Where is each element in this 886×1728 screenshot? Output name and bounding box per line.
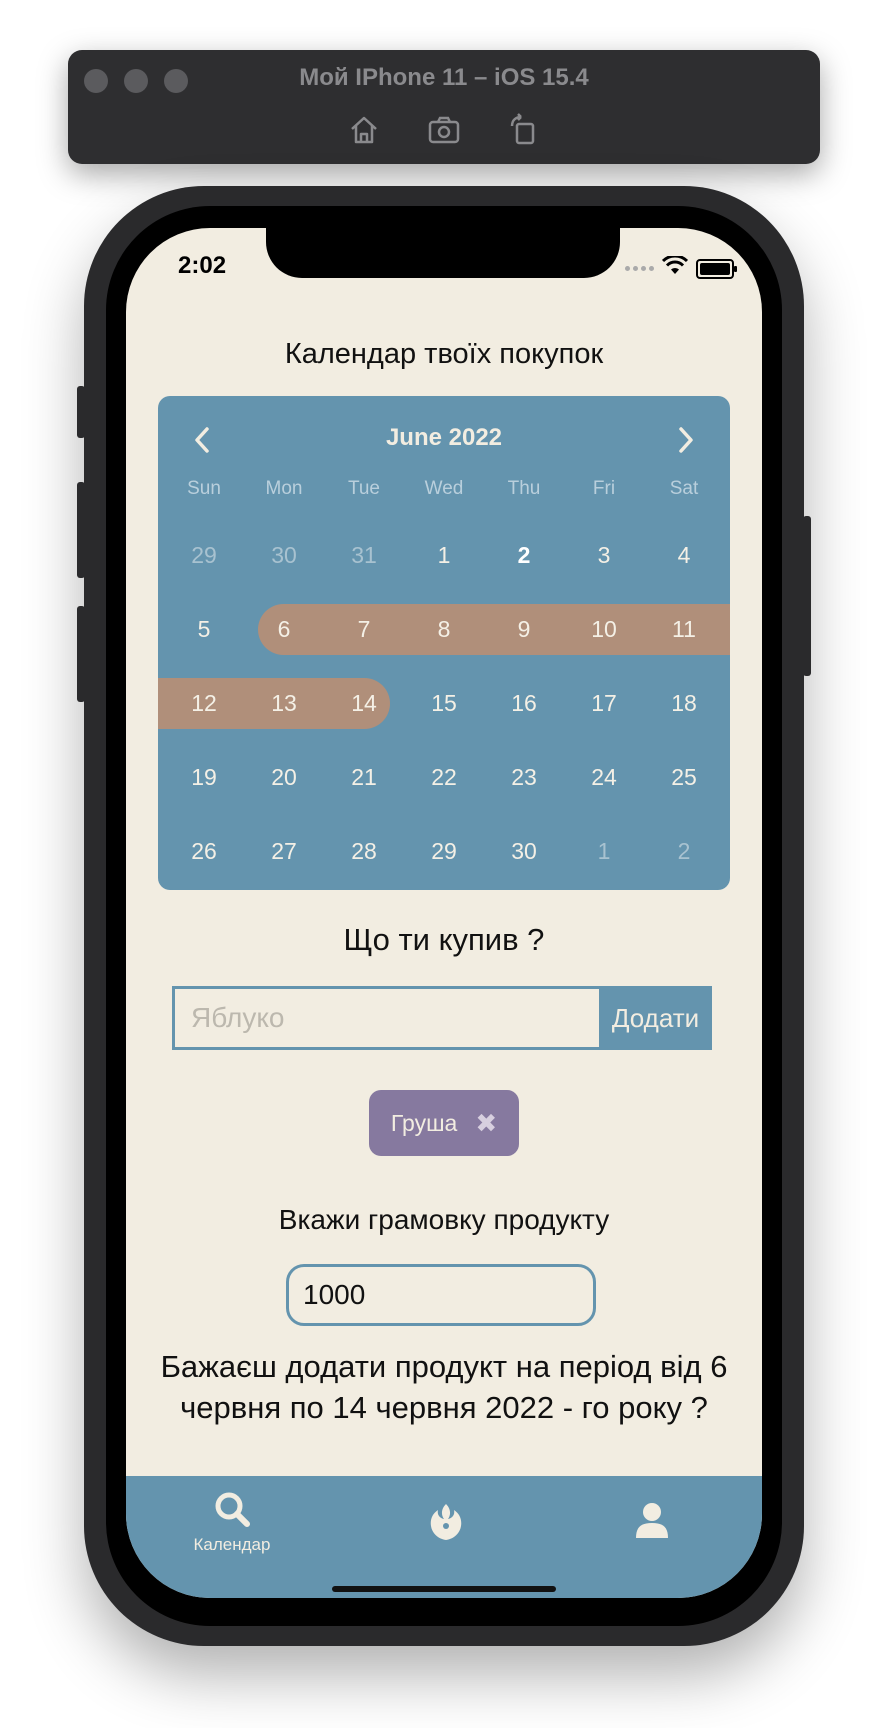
calendar-day[interactable]: 27 bbox=[244, 814, 324, 888]
volume-down-button bbox=[77, 606, 85, 702]
battery-icon bbox=[696, 258, 737, 279]
calendar-day[interactable]: 1 bbox=[404, 518, 484, 592]
cellular-signal-icon bbox=[625, 266, 654, 271]
volume-up-button bbox=[77, 482, 85, 578]
silent-switch bbox=[77, 386, 85, 438]
add-button[interactable]: Додати bbox=[599, 986, 712, 1050]
calendar-day[interactable]: 11 bbox=[644, 592, 724, 666]
search-icon bbox=[213, 1490, 251, 1533]
calendar-day[interactable]: 30 bbox=[244, 518, 324, 592]
home-indicator bbox=[332, 1586, 556, 1592]
calendar-day[interactable]: 10 bbox=[564, 592, 644, 666]
phone-screen: 2:02 Календар твоїх покупок June 2022 Su… bbox=[126, 228, 762, 1598]
calendar-week: 26 27 28 29 30 1 2 bbox=[164, 814, 724, 888]
wifi-icon bbox=[661, 254, 689, 281]
calendar-day[interactable]: 25 bbox=[644, 740, 724, 814]
tab-rebel[interactable] bbox=[396, 1502, 496, 1547]
simulator-window-bar: Мой IPhone 11 – iOS 15.4 bbox=[68, 50, 820, 164]
notch bbox=[266, 228, 620, 278]
calendar-day[interactable]: 28 bbox=[324, 814, 404, 888]
calendar-day[interactable]: 22 bbox=[404, 740, 484, 814]
confirm-question: Бажаєш додати продукт на період від 6 че… bbox=[160, 1349, 728, 1425]
calendar-day[interactable]: 6 bbox=[244, 592, 324, 666]
calendar: June 2022 Sun Mon Tue Wed Thu Fri Sat 29 30 31 1 2… bbox=[158, 396, 730, 890]
home-icon[interactable] bbox=[346, 112, 382, 148]
calendar-week: 12 13 14 15 16 17 18 bbox=[158, 666, 724, 740]
weekday-label: Fri bbox=[592, 478, 616, 499]
tab-profile[interactable] bbox=[602, 1502, 702, 1545]
tab-bar: Календар bbox=[126, 1476, 762, 1598]
weekday-label: Tue bbox=[347, 478, 381, 499]
chevron-right-icon bbox=[679, 427, 693, 453]
power-button bbox=[803, 516, 811, 676]
purchase-question: Що ти купив ? bbox=[343, 922, 545, 957]
calendar-day[interactable]: 23 bbox=[484, 740, 564, 814]
purchase-input-row: Додати bbox=[172, 986, 712, 1050]
calendar-day[interactable]: 7 bbox=[324, 592, 404, 666]
rebel-alliance-icon bbox=[426, 1502, 466, 1547]
calendar-day[interactable]: 31 bbox=[324, 518, 404, 592]
weekday-label: Wed bbox=[424, 478, 464, 499]
calendar-day[interactable]: 12 bbox=[164, 666, 244, 740]
calendar-day[interactable]: 2 bbox=[644, 814, 724, 888]
calendar-week: 5 6 7 8 9 10 11 bbox=[164, 592, 730, 666]
calendar-day[interactable]: 5 bbox=[164, 592, 244, 666]
calendar-day[interactable]: 9 bbox=[484, 592, 564, 666]
calendar-week: 19 20 21 22 23 24 25 bbox=[164, 740, 724, 814]
user-icon bbox=[634, 1502, 670, 1545]
calendar-day[interactable]: 16 bbox=[484, 666, 564, 740]
calendar-day[interactable]: 30 bbox=[484, 814, 564, 888]
calendar-day[interactable]: 26 bbox=[164, 814, 244, 888]
weekday-label: Sat bbox=[669, 478, 699, 499]
calendar-day[interactable]: 14 bbox=[324, 666, 404, 740]
calendar-day[interactable]: 29 bbox=[404, 814, 484, 888]
rotate-icon[interactable] bbox=[506, 112, 542, 148]
calendar-week: 29 30 31 1 2 3 4 bbox=[164, 518, 724, 592]
status-icons bbox=[625, 254, 737, 281]
tab-calendar-label: Календар bbox=[193, 1535, 271, 1554]
weekday-label: Thu bbox=[507, 478, 541, 499]
weight-label: Вкажи грамовку продукту bbox=[278, 1204, 610, 1235]
weekday-label: Mon bbox=[265, 478, 303, 499]
calendar-day[interactable]: 17 bbox=[564, 666, 644, 740]
page-title: Календар твоїх покупок bbox=[284, 338, 604, 370]
calendar-grid: 29 30 31 1 2 3 4 5 6 7 8 9 10 11 12 13 14 15 16 17 18 19 20 21 2… bbox=[158, 518, 730, 888]
calendar-day[interactable]: 8 bbox=[404, 592, 484, 666]
calendar-day[interactable]: 4 bbox=[644, 518, 724, 592]
status-time: 2:02 bbox=[178, 252, 227, 279]
calendar-day[interactable]: 15 bbox=[404, 666, 484, 740]
calendar-day[interactable]: 3 bbox=[564, 518, 644, 592]
tab-calendar[interactable]: Календар bbox=[176, 1490, 288, 1555]
calendar-day[interactable]: 13 bbox=[244, 666, 324, 740]
product-chip: Груша ✖ bbox=[369, 1090, 519, 1156]
calendar-day[interactable]: 20 bbox=[244, 740, 324, 814]
calendar-day[interactable]: 19 bbox=[164, 740, 244, 814]
calendar-day[interactable]: 18 bbox=[644, 666, 724, 740]
calendar-day[interactable]: 29 bbox=[164, 518, 244, 592]
product-input[interactable] bbox=[172, 986, 599, 1050]
close-icon[interactable]: ✖ bbox=[475, 1110, 497, 1136]
screenshot-icon[interactable] bbox=[426, 112, 462, 148]
calendar-day[interactable]: 24 bbox=[564, 740, 644, 814]
simulator-title: Мой IPhone 11 – iOS 15.4 bbox=[299, 64, 589, 91]
calendar-day[interactable]: 21 bbox=[324, 740, 404, 814]
calendar-day[interactable]: 2 bbox=[484, 518, 564, 592]
chip-label: Груша bbox=[390, 1109, 458, 1136]
weekday-label: Sun bbox=[187, 478, 221, 499]
weekday-header: Sun Mon Tue Wed Thu Fri Sat bbox=[164, 478, 724, 500]
calendar-month-title: June 2022 bbox=[385, 424, 503, 451]
next-month-button[interactable] bbox=[666, 420, 706, 460]
weight-input[interactable] bbox=[286, 1264, 596, 1326]
calendar-day[interactable]: 1 bbox=[564, 814, 644, 888]
